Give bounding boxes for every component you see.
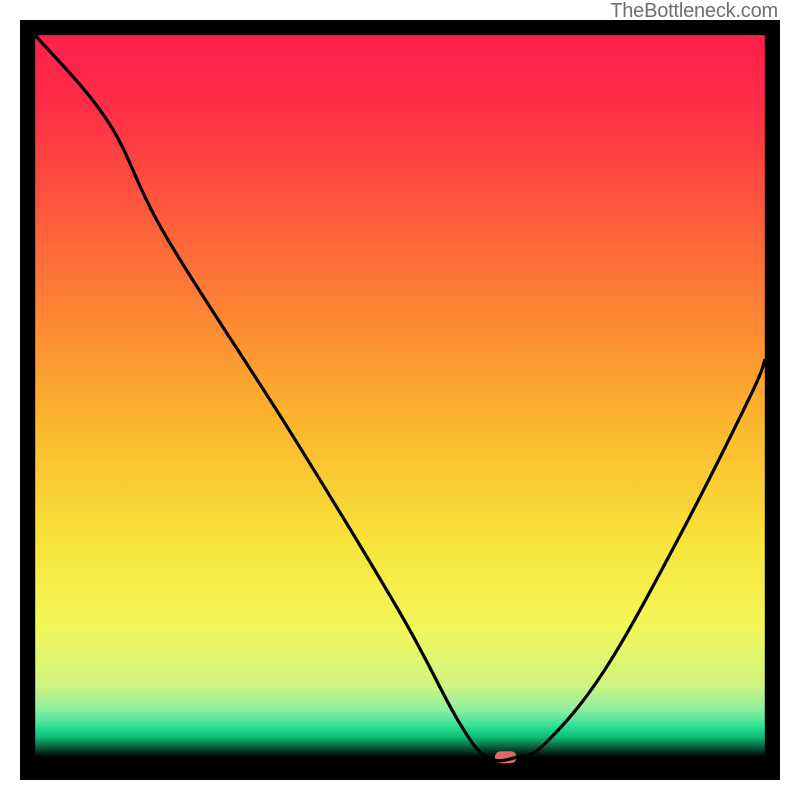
chart-stage: TheBottleneck.com: [0, 0, 800, 800]
chart-plot-frame: [20, 20, 780, 780]
chart-svg: [20, 20, 780, 780]
